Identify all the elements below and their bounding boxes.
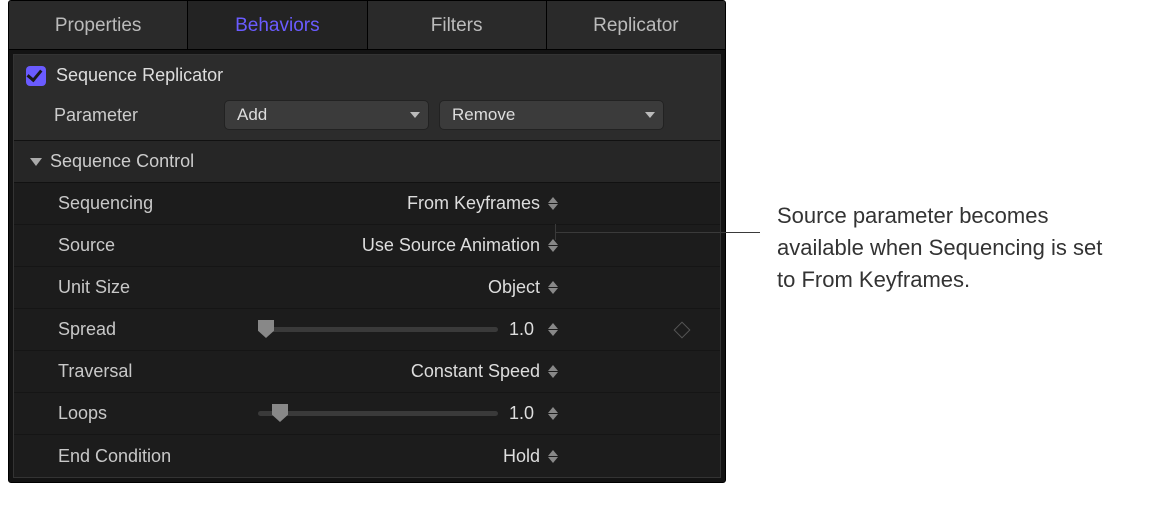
inspector-panel: Properties Behaviors Filters Replicator … xyxy=(8,0,726,483)
sequencing-label: Sequencing xyxy=(58,193,258,214)
sequencing-value[interactable]: From Keyframes xyxy=(407,193,540,214)
source-value[interactable]: Use Source Animation xyxy=(362,235,540,256)
loops-slider-thumb[interactable] xyxy=(272,404,288,422)
row-unit-size: Unit Size Object xyxy=(14,267,720,309)
tab-replicator[interactable]: Replicator xyxy=(547,1,725,49)
behavior-title: Sequence Replicator xyxy=(56,65,223,86)
end-condition-value[interactable]: Hold xyxy=(503,446,540,467)
unit-size-label: Unit Size xyxy=(58,277,258,298)
end-condition-popup-stepper[interactable] xyxy=(548,450,558,463)
tab-behaviors[interactable]: Behaviors xyxy=(188,1,367,49)
loops-label: Loops xyxy=(58,403,258,424)
chevron-down-icon xyxy=(645,112,655,118)
parameter-remove-label: Remove xyxy=(452,105,515,125)
spread-keyframe-icon[interactable] xyxy=(674,321,691,338)
spread-slider-thumb[interactable] xyxy=(258,320,274,338)
loops-slider[interactable] xyxy=(258,411,498,416)
property-list: Sequencing From Keyframes Source Use Sou… xyxy=(14,183,720,477)
sequencing-popup-stepper[interactable] xyxy=(548,197,558,210)
traversal-value[interactable]: Constant Speed xyxy=(411,361,540,382)
loops-stepper[interactable] xyxy=(548,407,558,420)
section-header[interactable]: Sequence Control xyxy=(14,141,720,183)
spread-stepper[interactable] xyxy=(548,323,558,336)
chevron-down-icon xyxy=(410,112,420,118)
row-traversal: Traversal Constant Speed xyxy=(14,351,720,393)
parameter-add-dropdown[interactable]: Add xyxy=(224,100,429,130)
source-label: Source xyxy=(58,235,258,256)
parameter-row: Parameter Add Remove xyxy=(14,94,720,141)
callout-leader-line xyxy=(555,232,760,233)
loops-value[interactable]: 1.0 xyxy=(494,403,534,424)
row-spread: Spread 1.0 xyxy=(14,309,720,351)
parameter-add-label: Add xyxy=(237,105,267,125)
disclosure-triangle-icon[interactable] xyxy=(30,158,42,166)
end-condition-label: End Condition xyxy=(58,446,258,467)
section-title: Sequence Control xyxy=(50,151,194,172)
traversal-popup-stepper[interactable] xyxy=(548,365,558,378)
row-loops: Loops 1.0 xyxy=(14,393,720,435)
spread-value[interactable]: 1.0 xyxy=(494,319,534,340)
callout-text: Source parameter becomes available when … xyxy=(777,200,1117,296)
unit-size-popup-stepper[interactable] xyxy=(548,281,558,294)
tab-filters[interactable]: Filters xyxy=(368,1,547,49)
row-end-condition: End Condition Hold xyxy=(14,435,720,477)
spread-slider[interactable] xyxy=(258,327,498,332)
inspector-tabs: Properties Behaviors Filters Replicator xyxy=(9,1,725,50)
row-sequencing: Sequencing From Keyframes xyxy=(14,183,720,225)
enable-checkbox[interactable] xyxy=(26,66,46,86)
spread-label: Spread xyxy=(58,319,258,340)
parameter-label: Parameter xyxy=(54,105,214,126)
tab-properties[interactable]: Properties xyxy=(9,1,188,49)
parameter-remove-dropdown[interactable]: Remove xyxy=(439,100,664,130)
unit-size-value[interactable]: Object xyxy=(488,277,540,298)
traversal-label: Traversal xyxy=(58,361,258,382)
behavior-header: Sequence Replicator xyxy=(14,55,720,94)
source-popup-stepper[interactable] xyxy=(548,239,558,252)
